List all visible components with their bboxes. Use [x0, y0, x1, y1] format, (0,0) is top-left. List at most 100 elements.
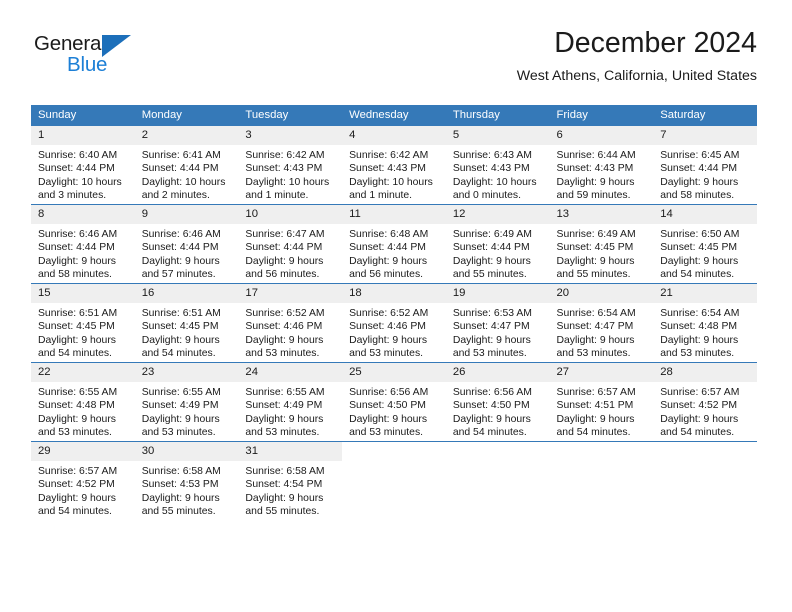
calendar-day-cell[interactable]: 29 Sunrise: 6:57 AM Sunset: 4:52 PM Dayligh… [31, 441, 135, 520]
calendar-day-cell[interactable]: 7 Sunrise: 6:45 AM Sunset: 4:44 PM Daylight… [653, 126, 757, 205]
day-number: 17 [238, 284, 343, 303]
calendar-day-cell[interactable]: 3 Sunrise: 6:42 AM Sunset: 4:43 PM Daylight… [238, 126, 343, 205]
day-number: 29 [31, 442, 135, 461]
daylight-text-line1: Daylight: 9 hours [38, 334, 116, 346]
daylight-text-line2: and 54 minutes. [38, 506, 112, 518]
calendar-day-cell[interactable]: 19 Sunrise: 6:53 AM Sunset: 4:47 PM Dayligh… [445, 283, 550, 363]
calendar-cell-empty [653, 441, 757, 520]
daylight-text-line2: and 2 minutes. [141, 190, 210, 202]
day-details: Sunrise: 6:48 AM Sunset: 4:44 PM Daylight:… [342, 224, 446, 282]
daylight-text-line2: and 55 minutes. [556, 269, 631, 281]
day-number: 4 [342, 126, 446, 145]
calendar-day-cell[interactable]: 17 Sunrise: 6:52 AM Sunset: 4:46 PM Dayligh… [238, 283, 343, 363]
day-number: 14 [653, 205, 757, 224]
daylight-text-line1: Daylight: 9 hours [141, 492, 220, 504]
daylight-text-line2: and 55 minutes. [452, 269, 527, 281]
daylight-text-line2: and 58 minutes. [38, 269, 112, 281]
daylight-text-line1: Daylight: 9 hours [38, 413, 116, 425]
daylight-text-line2: and 54 minutes. [660, 269, 735, 281]
sunset-text: Sunset: 4:44 PM [245, 242, 323, 254]
daylight-text-line1: Daylight: 10 hours [141, 176, 226, 188]
calendar-day-cell[interactable]: 14 Sunrise: 6:50 AM Sunset: 4:45 PM Dayligh… [653, 204, 757, 284]
calendar-day-cell[interactable]: 5 Sunrise: 6:43 AM Sunset: 4:43 PM Daylight… [445, 126, 550, 205]
calendar-day-cell[interactable]: 18 Sunrise: 6:52 AM Sunset: 4:46 PM Dayligh… [342, 283, 446, 363]
day-details: Sunrise: 6:49 AM Sunset: 4:44 PM Daylight:… [446, 224, 550, 282]
day-number: 28 [653, 363, 757, 382]
sunset-text: Sunset: 4:44 PM [38, 163, 115, 175]
calendar-day-cell[interactable]: 20 Sunrise: 6:54 AM Sunset: 4:47 PM Dayligh… [549, 283, 654, 363]
sunset-text: Sunset: 4:44 PM [141, 242, 219, 254]
day-number [653, 442, 757, 461]
calendar-day-cell[interactable]: 31 Sunrise: 6:58 AM Sunset: 4:54 PM Dayligh… [238, 441, 343, 520]
day-details: Sunrise: 6:51 AM Sunset: 4:45 PM Daylight:… [135, 303, 239, 361]
calendar-day-cell[interactable]: 9 Sunrise: 6:46 AM Sunset: 4:44 PM Daylight… [134, 204, 239, 284]
generalblue-logo[interactable]: General Blue [34, 32, 214, 84]
calendar-day-cell[interactable]: 13 Sunrise: 6:49 AM Sunset: 4:45 PM Dayligh… [549, 204, 654, 284]
day-details: Sunrise: 6:56 AM Sunset: 4:50 PM Daylight:… [446, 382, 550, 440]
calendar-cell-empty [445, 441, 550, 520]
sunset-text: Sunset: 4:44 PM [38, 242, 115, 254]
day-details: Sunrise: 6:41 AM Sunset: 4:44 PM Daylight:… [135, 145, 239, 203]
daylight-text-line2: and 53 minutes. [141, 427, 216, 439]
sunrise-text: Sunrise: 6:46 AM [38, 229, 118, 240]
day-number: 13 [549, 205, 654, 224]
day-number: 27 [549, 363, 654, 382]
sunrise-text: Sunrise: 6:51 AM [38, 308, 118, 319]
daylight-text-line2: and 55 minutes. [245, 506, 320, 518]
day-number: 12 [445, 205, 550, 224]
calendar-week-row: 22 Sunrise: 6:55 AM Sunset: 4:48 PM Dayligh… [31, 362, 757, 442]
sunrise-text: Sunrise: 6:56 AM [349, 387, 429, 398]
calendar-day-cell[interactable]: 6 Sunrise: 6:44 AM Sunset: 4:43 PM Daylight… [549, 126, 654, 205]
sunrise-text: Sunrise: 6:55 AM [141, 387, 221, 398]
calendar-day-cell[interactable]: 8 Sunrise: 6:46 AM Sunset: 4:44 PM Daylight… [31, 204, 135, 284]
sunrise-text: Sunrise: 6:46 AM [141, 229, 221, 240]
daylight-text-line2: and 59 minutes. [556, 190, 631, 202]
calendar-day-cell[interactable]: 4 Sunrise: 6:42 AM Sunset: 4:43 PM Daylight… [342, 126, 446, 205]
calendar-day-cell[interactable]: 27 Sunrise: 6:57 AM Sunset: 4:51 PM Dayligh… [549, 362, 654, 442]
calendar-day-cell[interactable]: 26 Sunrise: 6:56 AM Sunset: 4:50 PM Dayligh… [445, 362, 550, 442]
calendar-day-cell[interactable]: 12 Sunrise: 6:49 AM Sunset: 4:44 PM Dayligh… [445, 204, 550, 284]
daylight-text-line2: and 53 minutes. [349, 348, 424, 360]
sunrise-text: Sunrise: 6:54 AM [556, 308, 636, 319]
sunrise-text: Sunrise: 6:49 AM [452, 229, 532, 240]
daylight-text-line2: and 53 minutes. [556, 348, 631, 360]
calendar-day-cell[interactable]: 11 Sunrise: 6:48 AM Sunset: 4:44 PM Dayligh… [342, 204, 446, 284]
calendar-page: General Blue December 2024 West Athens, … [0, 0, 792, 612]
calendar-day-cell[interactable]: 24 Sunrise: 6:55 AM Sunset: 4:49 PM Dayligh… [238, 362, 343, 442]
day-details: Sunrise: 6:46 AM Sunset: 4:44 PM Daylight:… [135, 224, 239, 282]
daylight-text-line2: and 54 minutes. [556, 427, 631, 439]
calendar-day-cell[interactable]: 28 Sunrise: 6:57 AM Sunset: 4:52 PM Dayligh… [653, 362, 757, 442]
calendar-day-cell[interactable]: 16 Sunrise: 6:51 AM Sunset: 4:45 PM Dayligh… [134, 283, 239, 363]
sunset-text: Sunset: 4:46 PM [245, 321, 323, 333]
daylight-text-line1: Daylight: 10 hours [349, 176, 433, 188]
daylight-text-line2: and 58 minutes. [660, 190, 735, 202]
weekday-header-monday: Monday [134, 105, 239, 126]
calendar-day-cell[interactable]: 30 Sunrise: 6:58 AM Sunset: 4:53 PM Dayligh… [134, 441, 239, 520]
daylight-text-line2: and 57 minutes. [141, 269, 216, 281]
daylight-text-line2: and 1 minute. [349, 190, 413, 202]
day-number: 18 [342, 284, 446, 303]
day-details: Sunrise: 6:46 AM Sunset: 4:44 PM Daylight:… [31, 224, 135, 282]
calendar-week-row: 15 Sunrise: 6:51 AM Sunset: 4:45 PM Dayligh… [31, 283, 757, 363]
day-details: Sunrise: 6:57 AM Sunset: 4:52 PM Daylight:… [653, 382, 757, 440]
day-details: Sunrise: 6:50 AM Sunset: 4:45 PM Daylight:… [653, 224, 757, 282]
calendar-day-cell[interactable]: 22 Sunrise: 6:55 AM Sunset: 4:48 PM Dayligh… [31, 362, 135, 442]
daylight-text-line1: Daylight: 9 hours [141, 334, 220, 346]
sunset-text: Sunset: 4:45 PM [556, 242, 634, 254]
daylight-text-line2: and 53 minutes. [38, 427, 112, 439]
calendar-day-cell[interactable]: 23 Sunrise: 6:55 AM Sunset: 4:49 PM Dayligh… [134, 362, 239, 442]
calendar-day-cell[interactable]: 2 Sunrise: 6:41 AM Sunset: 4:44 PM Daylight… [134, 126, 239, 205]
calendar-day-cell[interactable]: 10 Sunrise: 6:47 AM Sunset: 4:44 PM Dayligh… [238, 204, 343, 284]
sunrise-text: Sunrise: 6:54 AM [660, 308, 740, 319]
sunrise-text: Sunrise: 6:44 AM [556, 150, 636, 161]
sunset-text: Sunset: 4:51 PM [556, 400, 634, 412]
day-details: Sunrise: 6:57 AM Sunset: 4:52 PM Daylight:… [31, 461, 135, 519]
sunrise-text: Sunrise: 6:47 AM [245, 229, 325, 240]
calendar-day-cell[interactable]: 1 Sunrise: 6:40 AM Sunset: 4:44 PM Daylight… [31, 126, 135, 205]
day-number: 1 [31, 126, 135, 145]
sunrise-text: Sunrise: 6:48 AM [349, 229, 429, 240]
calendar-day-cell[interactable]: 25 Sunrise: 6:56 AM Sunset: 4:50 PM Dayligh… [342, 362, 446, 442]
calendar-day-cell[interactable]: 21 Sunrise: 6:54 AM Sunset: 4:48 PM Dayligh… [653, 283, 757, 363]
day-number: 24 [238, 363, 343, 382]
calendar-day-cell[interactable]: 15 Sunrise: 6:51 AM Sunset: 4:45 PM Dayligh… [31, 283, 135, 363]
